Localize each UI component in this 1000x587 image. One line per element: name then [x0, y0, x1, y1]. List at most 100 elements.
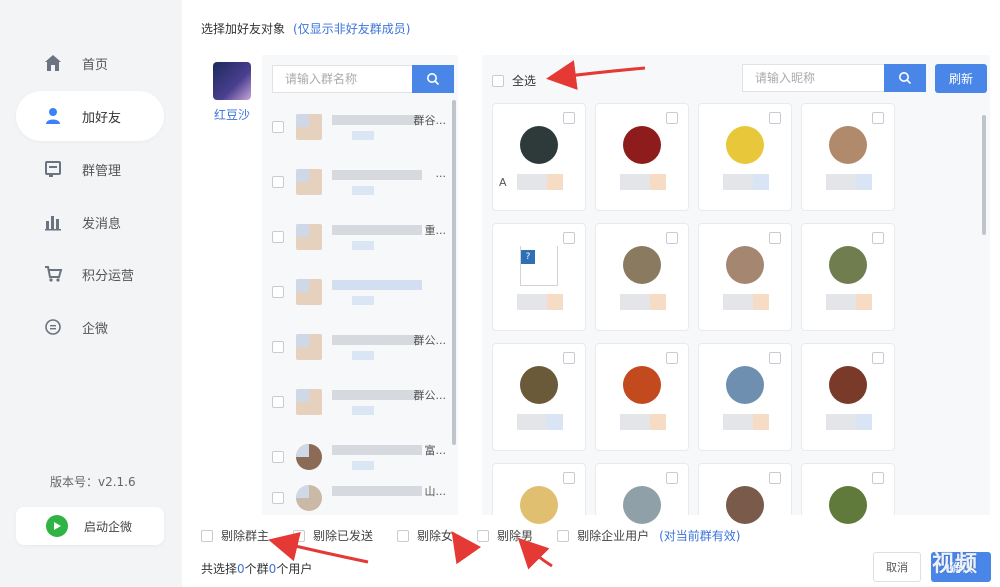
group-avatar [296, 114, 322, 140]
friend-checkbox[interactable] [769, 472, 781, 484]
group-checkbox[interactable] [272, 121, 284, 133]
friend-checkbox[interactable] [563, 112, 575, 124]
sidebar-item-points[interactable]: 积分运营 [16, 249, 164, 299]
sidebar-item-label: 企微 [82, 321, 109, 337]
sidebar-item-label: 群管理 [82, 163, 122, 179]
friend-checkbox[interactable] [666, 352, 678, 364]
friend-checkbox[interactable] [872, 112, 884, 124]
friend-card[interactable] [595, 343, 689, 451]
friend-card[interactable] [801, 223, 895, 331]
list-item[interactable]: 重... [272, 212, 448, 262]
friend-card[interactable] [492, 463, 586, 524]
friend-card[interactable] [801, 463, 895, 524]
group-avatar [296, 279, 322, 305]
sidebar-item-group-manage[interactable]: 群管理 [16, 144, 164, 194]
group-checkbox[interactable] [272, 286, 284, 298]
nickname-search-button[interactable] [884, 64, 926, 92]
cancel-button[interactable]: 取消 [873, 552, 921, 582]
friend-checkbox[interactable] [563, 472, 575, 484]
friend-card[interactable] [492, 343, 586, 451]
account-selector[interactable]: 红豆沙 [202, 62, 262, 123]
group-name-suffix: 山... [424, 484, 447, 498]
friend-checkbox[interactable] [872, 232, 884, 244]
friend-list-panel: 全选 刷新 A [482, 55, 990, 524]
selection-summary: 共选择0个群0个用户 [201, 562, 313, 576]
sidebar-item-add-friend[interactable]: 加好友 [16, 91, 164, 141]
friend-name-initial: A [499, 176, 507, 189]
group-checkbox[interactable] [272, 491, 284, 504]
filter-exclude-male[interactable]: 剔除男 [477, 527, 533, 544]
group-checkbox[interactable] [272, 231, 284, 243]
sidebar-item-label: 首页 [82, 57, 109, 73]
sidebar: 首页 加好友 群管理 发消息 积分运营 企微 版本号：v2.1.6 启动企微 [0, 0, 182, 587]
start-wecom-button[interactable]: 启动企微 [16, 507, 164, 545]
group-search-button[interactable] [412, 65, 454, 93]
list-item[interactable] [272, 267, 448, 317]
friend-card[interactable] [698, 103, 792, 211]
list-item[interactable]: ... [272, 157, 448, 207]
sidebar-item-home[interactable]: 首页 [16, 38, 164, 88]
avatar [726, 246, 764, 284]
friend-checkbox[interactable] [666, 472, 678, 484]
friend-checkbox[interactable] [563, 352, 575, 364]
group-checkbox[interactable] [272, 176, 284, 188]
friend-checkbox[interactable] [872, 352, 884, 364]
avatar [520, 486, 558, 524]
group-list-scrollbar[interactable] [452, 100, 456, 445]
friend-card[interactable] [595, 463, 689, 524]
list-item[interactable]: 群公... [272, 377, 448, 427]
avatar [623, 246, 661, 284]
friend-checkbox[interactable] [666, 112, 678, 124]
friend-checkbox[interactable] [769, 112, 781, 124]
friend-card[interactable] [595, 103, 689, 211]
friend-card[interactable] [595, 223, 689, 331]
avatar [829, 126, 867, 164]
select-all-box[interactable] [492, 74, 504, 87]
avatar [726, 366, 764, 404]
list-item[interactable]: 山... [272, 480, 448, 515]
group-checkbox[interactable] [272, 341, 284, 353]
list-item[interactable]: 群公... [272, 322, 448, 372]
sidebar-item-send-message[interactable]: 发消息 [16, 197, 164, 247]
group-checkbox[interactable] [272, 396, 284, 408]
refresh-button[interactable]: 刷新 [935, 64, 987, 93]
friend-card[interactable] [801, 103, 895, 211]
list-item[interactable]: 群谷... [272, 102, 448, 152]
friend-card[interactable]: ? [492, 223, 586, 331]
avatar [726, 486, 764, 524]
group-name-suffix: 富... [424, 444, 447, 457]
friend-card[interactable] [698, 223, 792, 331]
sidebar-item-wecom[interactable]: 企微 [16, 302, 164, 352]
user-icon [42, 105, 64, 127]
friend-checkbox[interactable] [666, 232, 678, 244]
play-icon [46, 515, 68, 537]
group-search-input[interactable] [272, 65, 412, 93]
friend-card[interactable] [801, 343, 895, 451]
avatar [520, 366, 558, 404]
list-item[interactable]: 富... [272, 432, 448, 482]
avatar [623, 126, 661, 164]
filter-exclude-sent[interactable]: 剔除已发送 [293, 527, 373, 544]
group-avatar [296, 444, 322, 470]
nickname-search-input[interactable] [742, 64, 884, 92]
select-all-checkbox[interactable]: 全选 [492, 72, 536, 89]
nickname-search [742, 64, 926, 92]
filter-exclude-owner[interactable]: 剔除群主 [201, 527, 269, 544]
friend-list-scrollbar[interactable] [982, 115, 986, 235]
friend-checkbox[interactable] [872, 472, 884, 484]
avatar [829, 246, 867, 284]
friend-card[interactable] [698, 343, 792, 451]
select-all-label: 全选 [512, 74, 537, 88]
friend-checkbox[interactable] [563, 232, 575, 244]
filter-exclude-female[interactable]: 剔除女 [397, 527, 453, 544]
selected-group-count: 0 [237, 562, 245, 576]
friend-checkbox[interactable] [769, 352, 781, 364]
group-checkbox[interactable] [272, 451, 284, 463]
friend-card[interactable] [698, 463, 792, 524]
friend-checkbox[interactable] [769, 232, 781, 244]
group-avatar [296, 389, 322, 415]
friend-card[interactable]: A [492, 103, 586, 211]
start-wecom-label: 启动企微 [84, 519, 133, 534]
group-name-suffix: 群公... [413, 389, 447, 402]
filter-exclude-enterprise[interactable]: 剔除企业用户 [557, 527, 649, 544]
